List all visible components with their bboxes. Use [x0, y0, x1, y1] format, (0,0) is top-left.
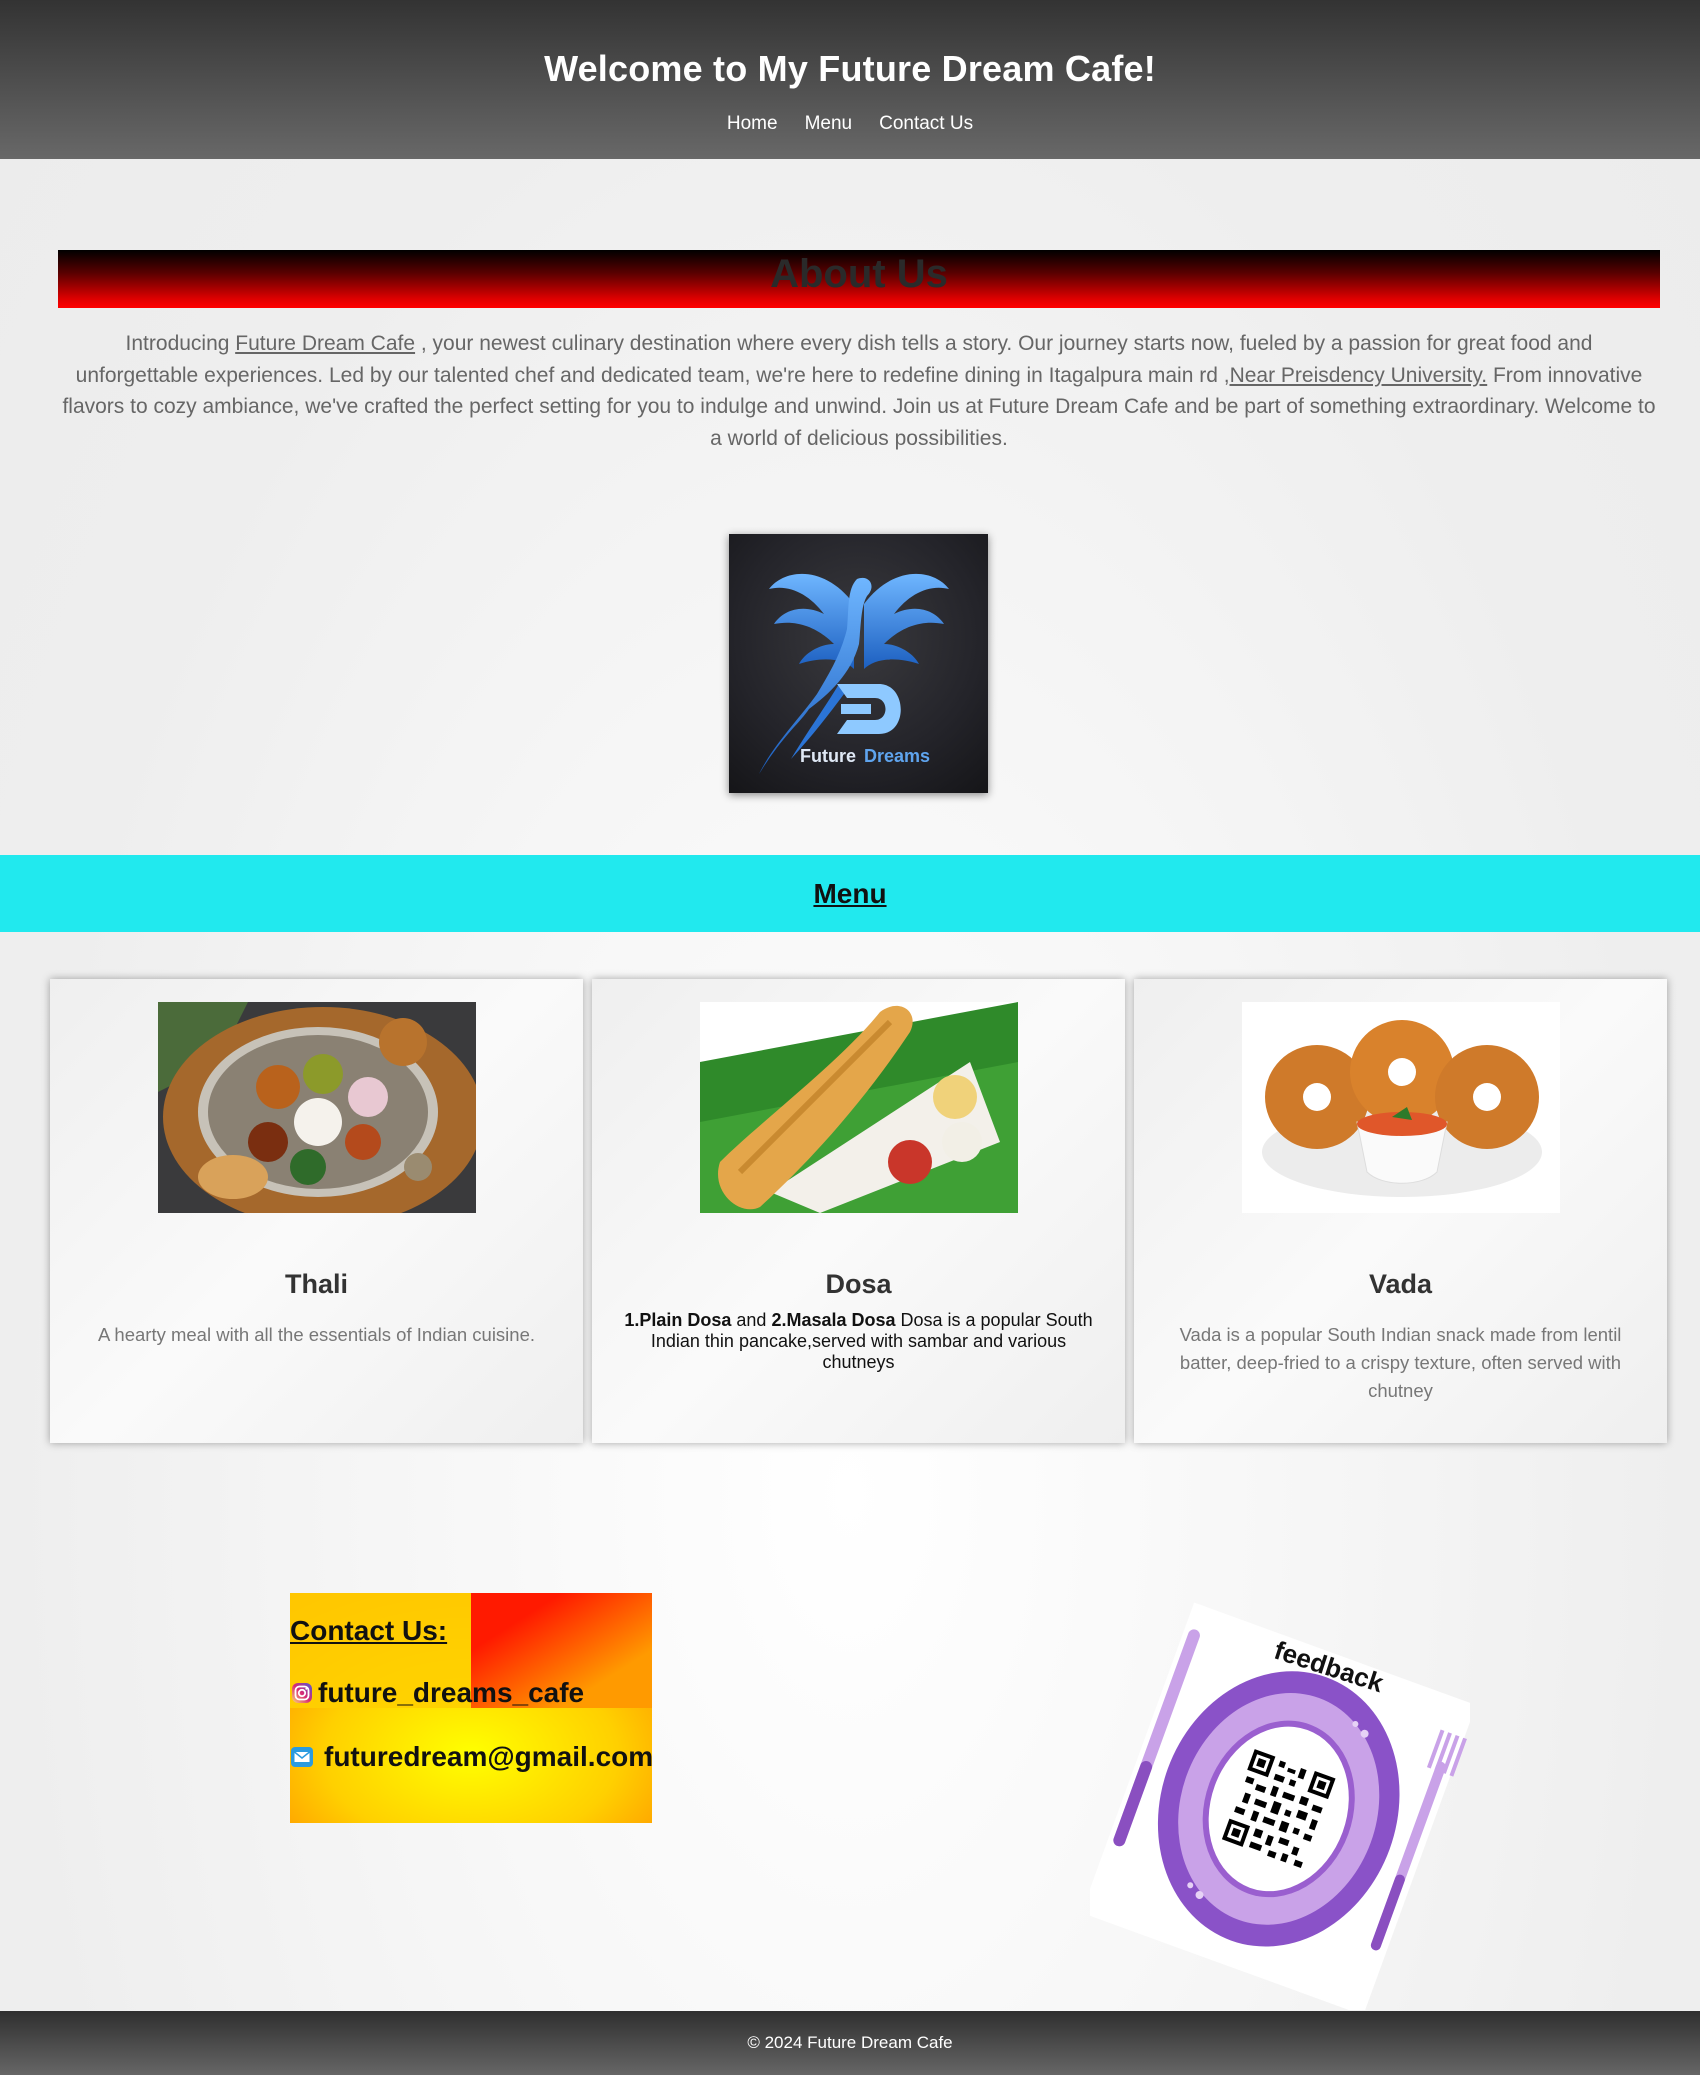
email-address: futuredream@gmail.com [324, 1741, 652, 1772]
thali-description: A hearty meal with all the essentials of… [97, 1324, 536, 1345]
nav-menu-link[interactable]: Menu [805, 113, 853, 135]
site-header: Welcome to My Future Dream Cafe! Home Me… [0, 0, 1700, 159]
logo-text-dreams: Dreams [864, 746, 930, 766]
vada-description: Vada is a popular South Indian snack mad… [1179, 1324, 1622, 1401]
menu-card-thali: Thali A hearty meal with all the essenti… [50, 979, 583, 1443]
about-banner: About Us [58, 250, 1660, 308]
menu-banner: Menu [0, 855, 1700, 932]
university-link[interactable]: Near Preisdency University. [1230, 364, 1488, 387]
nav-home-link[interactable]: Home [727, 113, 778, 135]
menu-card-vada: Vada Vada is a popular South Indian snac… [1134, 979, 1667, 1443]
cafe-link[interactable]: Future Dream Cafe [235, 332, 415, 355]
vada-photo-icon [1242, 1002, 1560, 1213]
main-nav: Home Menu Contact Us [0, 113, 1700, 135]
site-footer: © 2024 Future Dream Cafe [0, 2011, 1700, 2075]
email-contact[interactable]: futuredream@gmail.com [290, 1741, 652, 1773]
logo-text-future: Future [800, 746, 856, 766]
dosa-title: Dosa [825, 1269, 892, 1299]
instagram-icon [292, 1683, 312, 1703]
thali-title: Thali [284, 1269, 348, 1299]
feedback-section[interactable]: feedback [1090, 1600, 1470, 2010]
contact-section: Contact Us: future_dreams_cafe futuredre… [290, 1593, 652, 1823]
feedback-qr-plate: feedback [1090, 1602, 1470, 2010]
thali-image [158, 1002, 476, 1213]
dosa-description: 1.Plain Dosa and 2.Masala Dosa Dosa is a… [614, 1310, 1103, 1373]
footer-copyright: © 2024 Future Dream Cafe [747, 2033, 953, 2052]
about-text-part-1: Introducing [125, 332, 236, 355]
contact-heading: Contact Us: [290, 1615, 448, 1646]
cafe-logo: Future Dreams [729, 534, 988, 793]
menu-card-dosa: Dosa 1.Plain Dosa and 2.Masala Dosa Dosa… [592, 979, 1125, 1443]
phoenix-logo-icon: Future Dreams [759, 573, 949, 774]
dosa-photo-icon [700, 1002, 1018, 1213]
menu-heading: Menu [813, 878, 887, 909]
instagram-handle: future_dreams_cafe [318, 1677, 585, 1708]
dosa-and-text: and [731, 1310, 772, 1330]
vada-image [1242, 1002, 1560, 1213]
dosa-option-plain: 1.Plain Dosa [624, 1310, 732, 1330]
dosa-image [700, 1002, 1018, 1213]
vada-title: Vada [1368, 1269, 1433, 1299]
about-text: Introducing Future Dream Cafe , your new… [62, 328, 1656, 454]
thali-photo-icon [158, 1002, 476, 1213]
nav-contact-link[interactable]: Contact Us [879, 113, 973, 135]
dosa-option-masala: 2.Masala Dosa [771, 1310, 896, 1330]
site-title: Welcome to My Future Dream Cafe! [544, 48, 1156, 89]
instagram-contact[interactable]: future_dreams_cafe [290, 1677, 584, 1709]
email-icon [291, 1747, 313, 1767]
about-heading: About Us [770, 252, 948, 296]
